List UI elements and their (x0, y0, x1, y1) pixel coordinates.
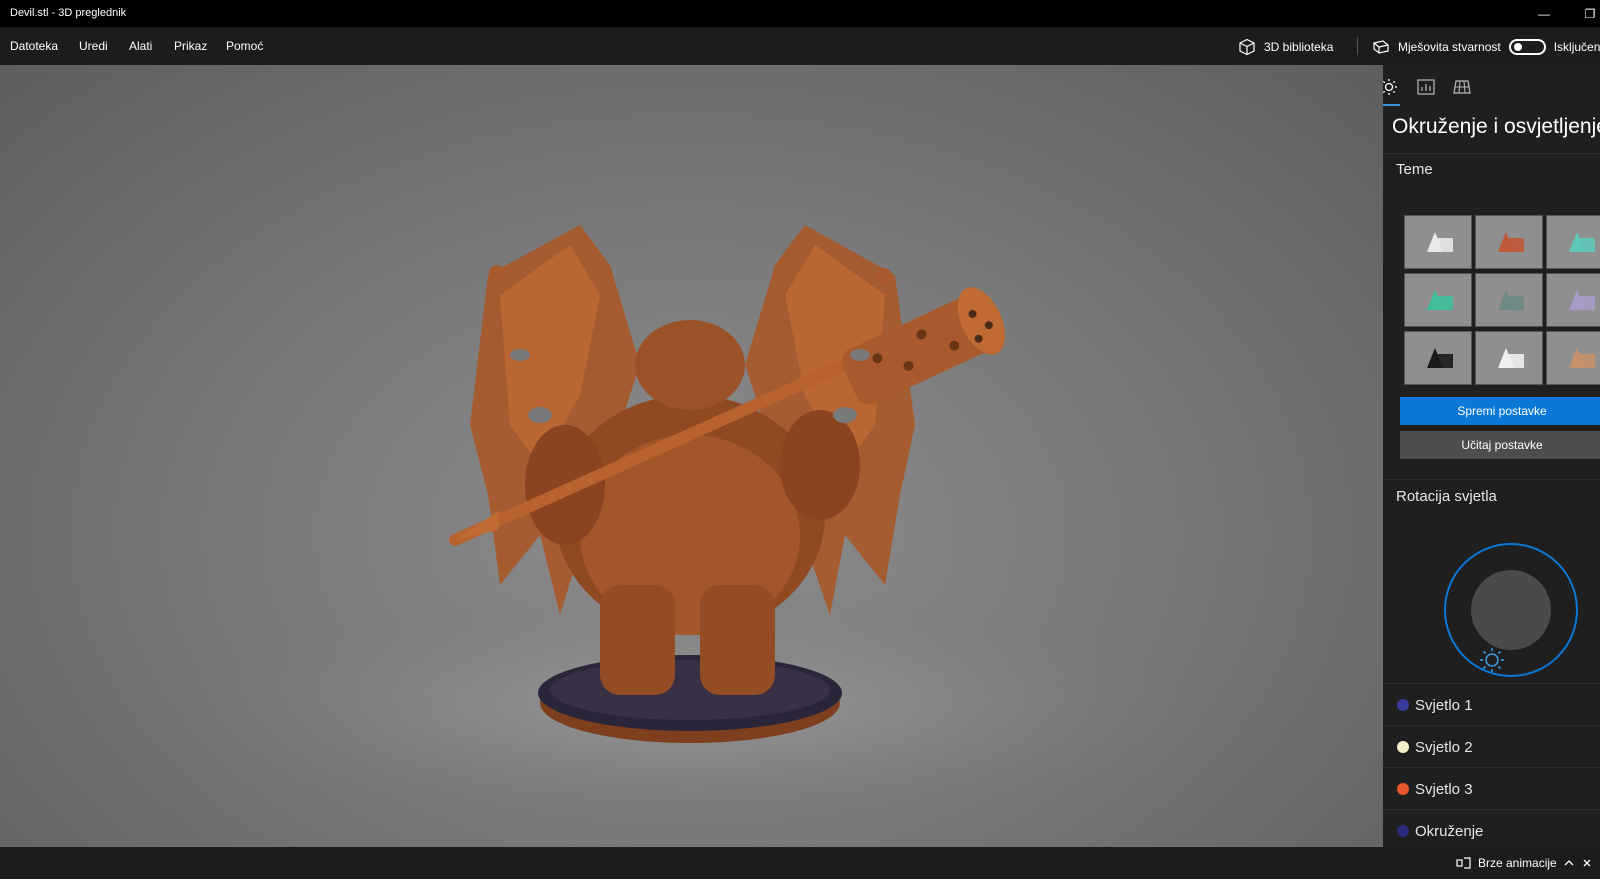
light-1-label: Svjetlo 1 (1415, 696, 1473, 714)
light-3-row[interactable]: Svjetlo 3 (1383, 768, 1600, 810)
theme-tile[interactable] (1475, 215, 1543, 269)
close-icon[interactable] (1581, 858, 1593, 868)
menu-view[interactable]: Prikaz (174, 39, 207, 53)
light-rotation-dial[interactable] (1441, 540, 1581, 680)
theme-tile[interactable] (1404, 215, 1472, 269)
load-settings-button[interactable]: Učitaj postavke (1400, 431, 1600, 459)
toggle-knob (1513, 43, 1522, 51)
theme-tile[interactable] (1475, 331, 1543, 385)
themes-label: Teme (1396, 161, 1433, 178)
animation-icon (1456, 857, 1471, 869)
chevron-up-icon (1564, 860, 1574, 866)
quick-animations-button[interactable]: Brze animacije (1456, 856, 1593, 870)
tab-statistics[interactable] (1412, 73, 1440, 101)
stats-icon (1417, 79, 1435, 95)
3d-library-label: 3D biblioteka (1264, 40, 1334, 54)
theme-tile[interactable] (1546, 331, 1600, 385)
divider (1383, 479, 1600, 480)
save-settings-button[interactable]: Spremi postavke (1400, 397, 1600, 425)
menu-edit[interactable]: Uredi (79, 39, 108, 53)
restore-icon: ❐ (1584, 6, 1596, 21)
menu-help[interactable]: Pomoć (226, 39, 263, 53)
light-2-color-dot (1397, 741, 1409, 753)
theme-tile[interactable] (1546, 215, 1600, 269)
3d-viewport[interactable] (0, 65, 1383, 847)
window-title: Devil.stl - 3D preglednik (10, 7, 127, 19)
menu-tools[interactable]: Alati (129, 39, 152, 53)
restore-button[interactable]: ❐ (1567, 0, 1600, 27)
menu-bar: Datoteka Uredi Alati Prikaz Pomoć 3D bib… (0, 27, 1600, 65)
panel-tabs (1383, 65, 1600, 106)
light-2-row[interactable]: Svjetlo 2 (1383, 726, 1600, 768)
mixed-reality-control[interactable]: Mješovita stvarnost Isključeno (1372, 38, 1600, 56)
light-2-label: Svjetlo 2 (1415, 738, 1473, 756)
environment-label: Okruženje (1415, 822, 1484, 840)
theme-grid (1404, 215, 1600, 385)
cube-icon (1239, 38, 1255, 56)
quick-animations-label: Brze animacije (1478, 856, 1557, 870)
divider (1383, 153, 1600, 154)
grid-icon (1453, 80, 1471, 94)
light-3-color-dot (1397, 783, 1409, 795)
theme-tile[interactable] (1475, 273, 1543, 327)
3d-library-button[interactable]: 3D biblioteka (1238, 38, 1333, 56)
environment-light-row[interactable]: Okruženje (1383, 810, 1600, 847)
light-handle-sun-icon[interactable] (1479, 647, 1505, 673)
theme-tile[interactable] (1404, 273, 1472, 327)
light-1-color-dot (1397, 699, 1409, 711)
mixed-reality-label: Mješovita stvarnost (1398, 40, 1501, 54)
mixed-reality-icon (1373, 40, 1389, 54)
devil-model[interactable] (0, 65, 1383, 847)
theme-tile[interactable] (1546, 273, 1600, 327)
status-bar: Brze animacije (0, 847, 1600, 879)
minimize-icon: — (1538, 6, 1550, 21)
light-3-label: Svjetlo 3 (1415, 780, 1473, 798)
mixed-reality-state: Isključeno (1553, 40, 1600, 54)
environment-panel: Okruženje i osvjetljenje Teme Spremi pos… (1383, 65, 1600, 847)
panel-title: Okruženje i osvjetljenje (1392, 115, 1600, 138)
menu-file[interactable]: Datoteka (10, 39, 58, 53)
environment-color-dot (1397, 825, 1409, 837)
light-1-row[interactable]: Svjetlo 1 (1383, 684, 1600, 726)
toolbar-separator (1357, 37, 1358, 55)
theme-tile[interactable] (1404, 331, 1472, 385)
minimize-button[interactable]: — (1521, 0, 1567, 27)
light-rotation-label: Rotacija svjetla (1396, 488, 1497, 505)
tab-grid[interactable] (1448, 73, 1476, 101)
title-bar: Devil.stl - 3D preglednik — ❐ (0, 0, 1600, 27)
tab-environment-lighting[interactable] (1383, 73, 1403, 106)
sun-icon (1383, 79, 1397, 95)
mixed-reality-toggle[interactable] (1508, 39, 1546, 55)
